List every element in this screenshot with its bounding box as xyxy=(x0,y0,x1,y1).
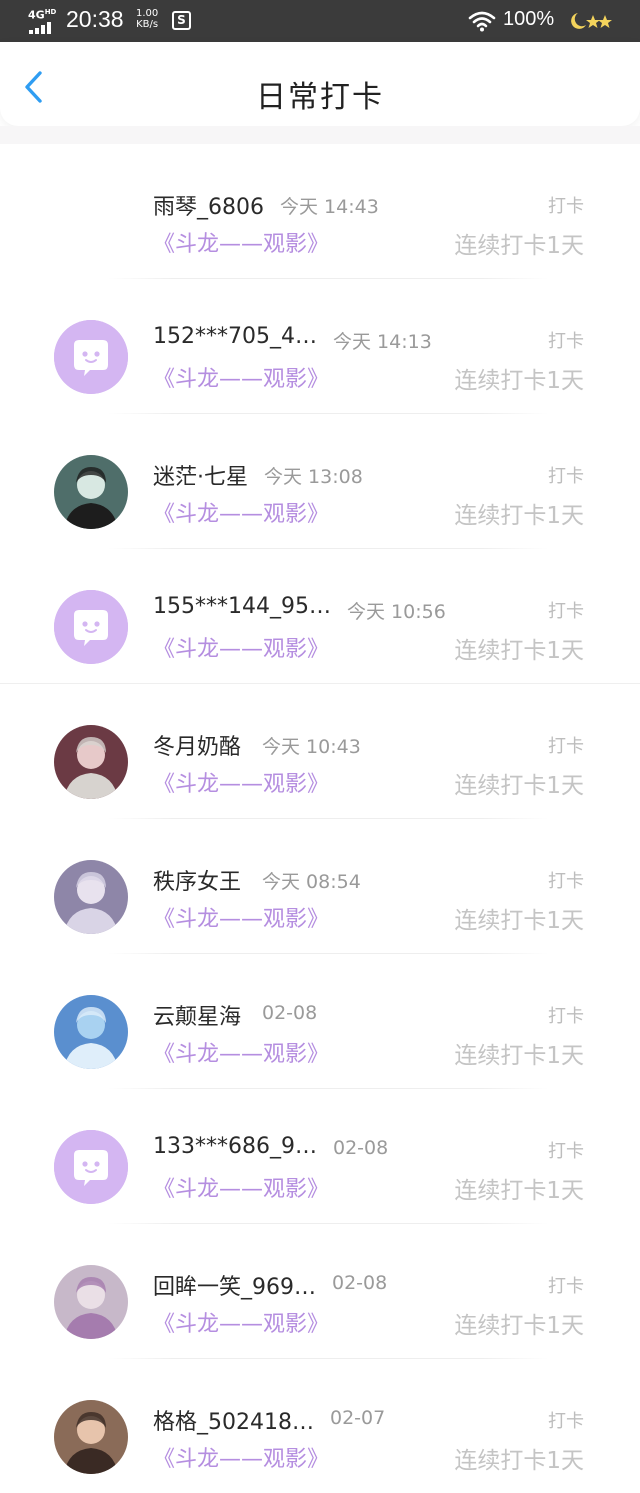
book-title[interactable]: 《斗龙——观影》 xyxy=(153,901,329,933)
streak-text: 连续打卡1天 xyxy=(454,1178,584,1204)
book-title[interactable]: 《斗龙——观影》 xyxy=(153,631,329,663)
wifi-icon xyxy=(468,11,496,32)
speed-unit: KB/s xyxy=(136,19,159,30)
checkin-type: 打卡 xyxy=(548,871,584,892)
checkin-type: 打卡 xyxy=(548,466,584,487)
checkin-type: 打卡 xyxy=(548,1411,584,1432)
book-title[interactable]: 《斗龙——观影》 xyxy=(153,496,329,528)
user-name[interactable]: 回眸一笑_969… xyxy=(153,1269,316,1301)
checkin-row[interactable]: 152***705_4… 今天 14:13 《斗龙——观影》 打卡连续打卡1天 xyxy=(0,279,640,414)
checkin-time: 02-07 xyxy=(330,1407,386,1429)
checkin-time: 今天 14:43 xyxy=(280,196,379,218)
user-name[interactable]: 雨琴_6806 xyxy=(153,189,264,221)
checkin-row[interactable]: 133***686_9… 02-08 《斗龙——观影》 打卡连续打卡1天 xyxy=(0,1089,640,1224)
checkin-time: 02-08 xyxy=(332,1272,388,1294)
user-name[interactable]: 迷茫·七星 xyxy=(153,459,248,491)
app-header: 日常打卡 xyxy=(0,42,640,126)
page-title: 日常打卡 xyxy=(256,80,384,115)
checkin-type: 打卡 xyxy=(548,736,584,757)
checkin-row[interactable]: 冬月奶酪 今天 10:43 《斗龙——观影》 打卡连续打卡1天 xyxy=(0,684,640,819)
user-name[interactable]: 格格_502418… xyxy=(153,1404,314,1436)
streak-text: 连续打卡1天 xyxy=(454,1313,584,1339)
checkin-type: 打卡 xyxy=(548,1006,584,1027)
avatar[interactable] xyxy=(54,1265,128,1339)
book-title[interactable]: 《斗龙——观影》 xyxy=(153,1171,329,1203)
moon-stars-icon xyxy=(571,13,612,29)
avatar[interactable] xyxy=(54,725,128,799)
streak-text: 连续打卡1天 xyxy=(454,773,584,799)
avatar[interactable] xyxy=(54,320,128,394)
avatar[interactable] xyxy=(54,1130,128,1204)
battery-level: 100% xyxy=(503,8,555,30)
network-label: 4G xyxy=(28,8,45,22)
user-name[interactable]: 秩序女王 xyxy=(153,864,241,896)
book-title[interactable]: 《斗龙——观影》 xyxy=(153,361,329,393)
checkin-type: 打卡 xyxy=(548,601,584,622)
book-title[interactable]: 《斗龙——观影》 xyxy=(153,1306,329,1338)
checkin-time: 今天 10:56 xyxy=(347,601,446,623)
checkin-row[interactable]: 迷茫·七星 今天 13:08 《斗龙——观影》 打卡连续打卡1天 xyxy=(0,414,640,549)
checkin-type: 打卡 xyxy=(548,196,584,217)
streak-text: 连续打卡1天 xyxy=(454,1043,584,1069)
checkin-row[interactable]: 云颠星海 02-08 《斗龙——观影》 打卡连续打卡1天 xyxy=(0,954,640,1089)
book-title[interactable]: 《斗龙——观影》 xyxy=(153,1441,329,1473)
speed-value: 1.00 xyxy=(136,8,159,19)
avatar[interactable] xyxy=(54,1400,128,1474)
streak-text: 连续打卡1天 xyxy=(454,368,584,394)
avatar[interactable] xyxy=(54,590,128,664)
streak-text: 连续打卡1天 xyxy=(454,233,584,259)
avatar[interactable] xyxy=(54,860,128,934)
checkin-type: 打卡 xyxy=(548,331,584,352)
status-bar: 4GHD 20:38 1.00 KB/s S 100% xyxy=(0,0,640,42)
avatar[interactable] xyxy=(54,455,128,529)
streak-text: 连续打卡1天 xyxy=(454,908,584,934)
checkin-time: 今天 08:54 xyxy=(262,871,361,893)
checkin-list: 雨琴_6806 今天 14:43 《斗龙——观影》 打卡 连续打卡1天 152***705… xyxy=(0,144,640,1493)
clock: 20:38 xyxy=(66,6,124,32)
book-title[interactable]: 《斗龙——观影》 xyxy=(153,1036,329,1068)
checkin-time: 今天 14:13 xyxy=(333,331,432,353)
user-name[interactable]: 152***705_4… xyxy=(153,324,317,349)
checkin-row[interactable]: 格格_502418… 02-07 《斗龙——观影》 打卡连续打卡1天 xyxy=(0,1359,640,1493)
user-name[interactable]: 133***686_9… xyxy=(153,1134,317,1159)
header-gap xyxy=(0,126,640,144)
signal-icon: 4GHD xyxy=(28,8,58,34)
network-sup: HD xyxy=(44,8,57,16)
checkin-time: 今天 13:08 xyxy=(264,466,363,488)
checkin-row[interactable]: 155***144_95… 今天 10:56 《斗龙——观影》 打卡连续打卡1天 xyxy=(0,549,640,684)
book-title[interactable]: 《斗龙——观影》 xyxy=(153,766,329,798)
checkin-row[interactable]: 雨琴_6806 今天 14:43 《斗龙——观影》 打卡连续打卡1天 xyxy=(0,144,640,279)
streak-text: 连续打卡1天 xyxy=(454,503,584,529)
book-title[interactable]: 《斗龙——观影》 xyxy=(153,226,329,258)
streak-text: 连续打卡1天 xyxy=(454,1448,584,1474)
user-name[interactable]: 155***144_95… xyxy=(153,594,331,619)
user-name[interactable]: 云颠星海 xyxy=(153,999,241,1031)
streak-text: 连续打卡1天 xyxy=(454,638,584,664)
checkin-row[interactable]: 回眸一笑_969… 02-08 《斗龙——观影》 打卡连续打卡1天 xyxy=(0,1224,640,1359)
checkin-row[interactable]: 秩序女王 今天 08:54 《斗龙——观影》 打卡连续打卡1天 xyxy=(0,819,640,954)
checkin-type: 打卡 xyxy=(548,1141,584,1162)
avatar[interactable] xyxy=(54,995,128,1069)
checkin-time: 02-08 xyxy=(333,1137,389,1159)
network-speed: 1.00 KB/s xyxy=(136,8,158,30)
checkin-time: 今天 10:43 xyxy=(262,736,361,758)
user-name[interactable]: 冬月奶酪 xyxy=(153,729,241,761)
checkin-type: 打卡 xyxy=(548,1276,584,1297)
checkin-time: 02-08 xyxy=(262,1002,318,1024)
calendar-icon: S xyxy=(172,11,191,30)
